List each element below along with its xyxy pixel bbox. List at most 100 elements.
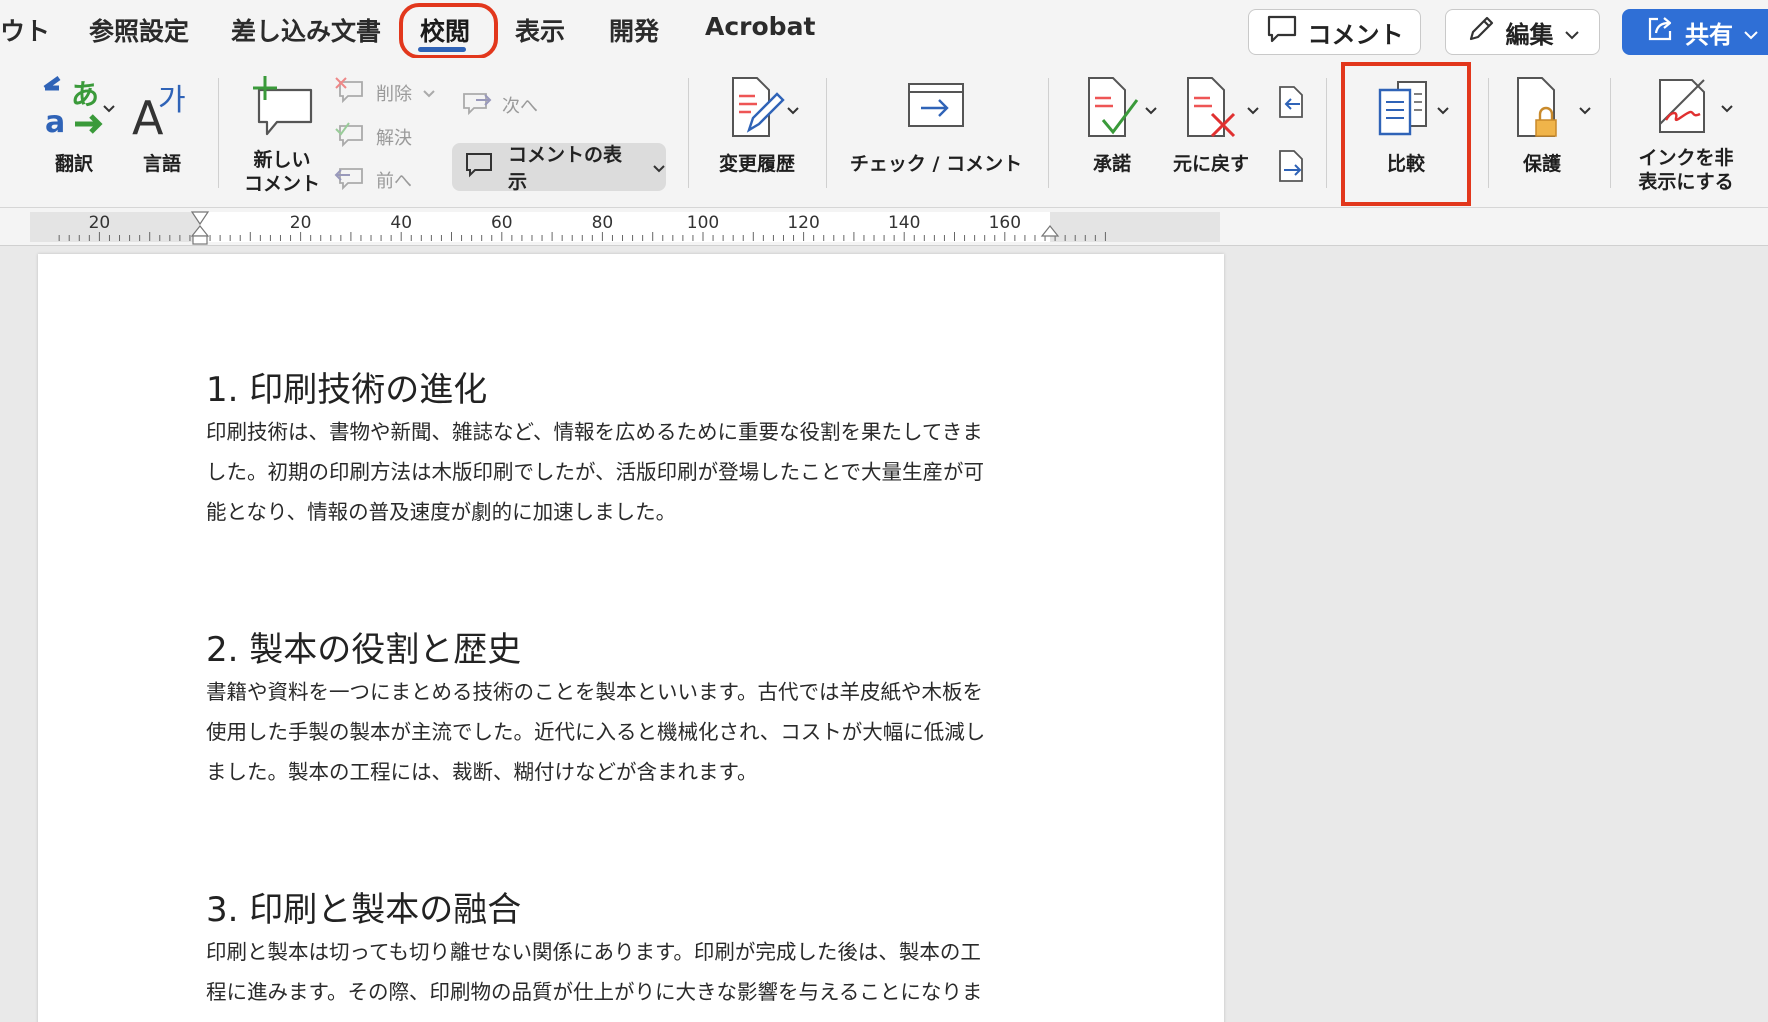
ribbon-tab-bar: ウト 参照設定 差し込み文書 校閲 表示 開発 Acrobat コメント 編集 … [0, 0, 1768, 59]
chevron-down-icon [422, 82, 436, 103]
next-comment-button[interactable]: 次へ [460, 88, 538, 121]
paragraph-line: 印刷技術は、書物や新聞、雑誌など、情報を広めるために重要な役割を果たしてきま [206, 420, 983, 444]
ribbon-separator [218, 78, 219, 188]
section-paragraph: 書籍や資料を一つにまとめる技術のことを製本といいます。古代では羊皮紙や木板を 使… [206, 672, 1056, 792]
comment-button[interactable]: コメント [1248, 9, 1421, 55]
ruler-label: 40 [390, 213, 412, 233]
ruler-scale[interactable]: 20 20 40 60 80 100 120 140 160 [30, 208, 1220, 245]
protect-label: 保護 [1522, 153, 1561, 175]
pencil-icon [1466, 14, 1496, 50]
chevron-down-icon [786, 100, 800, 119]
show-comments-dropdown[interactable]: コメントの表示 [452, 143, 666, 193]
chevron-down-icon [102, 98, 116, 117]
track-changes-button[interactable]: 変更履歴 [712, 74, 802, 176]
chevron-down-icon [1743, 18, 1759, 46]
svg-text:a: a [45, 105, 65, 140]
resolve-comment-button[interactable]: 解決 [334, 120, 412, 153]
ribbon-separator [688, 78, 689, 188]
check-comment-icon [905, 74, 967, 140]
new-comment-label-line1: 新しい [253, 149, 311, 171]
ink-signature-icon [1654, 74, 1718, 142]
paragraph-line: 程に進みます。その際、印刷物の品質が仕上がりに大きな影響を与えることになりま [206, 980, 983, 1004]
resolve-label: 解決 [376, 127, 412, 149]
previous-label: 前へ [376, 170, 412, 192]
language-button[interactable]: A 가 言語 [130, 74, 194, 176]
check-comment-button[interactable]: チェック / コメント [848, 74, 1024, 176]
paragraph-line: 印刷と製本は切っても切り離せない関係にあります。印刷が完成した後は、製本の工 [206, 940, 981, 964]
edit-mode-button[interactable]: 編集 [1445, 9, 1600, 55]
language-label: 言語 [142, 153, 181, 175]
svg-text:あ: あ [71, 78, 99, 111]
section-paragraph: 印刷と製本は切っても切り離せない関係にあります。印刷が完成した後は、製本の工 程… [206, 932, 1056, 1012]
chevron-down-icon [1246, 100, 1260, 119]
highlight-oval-review-tab [399, 3, 498, 59]
tab-layout[interactable]: ウト [0, 12, 50, 48]
paragraph-line: ました。製本の工程には、裁断、糊付けなどが含まれます。 [206, 760, 758, 784]
ribbon-separator [1326, 78, 1327, 188]
document-page[interactable]: 1. 印刷技術の進化 印刷技術は、書物や新聞、雑誌など、情報を広めるために重要な… [38, 254, 1224, 1022]
ruler-label: 20 [89, 213, 111, 233]
chevron-down-icon [1578, 100, 1592, 119]
protect-button[interactable]: 保護 [1500, 74, 1591, 176]
show-comments-label: コメントの表示 [508, 144, 623, 193]
ruler-label: 60 [491, 213, 513, 233]
ruler-label: 120 [787, 213, 819, 233]
comment-button-label: コメント [1307, 20, 1404, 49]
accept-button[interactable]: 承諾 [1070, 74, 1157, 176]
next-comment-icon [460, 88, 492, 121]
tab-references[interactable]: 参照設定 [89, 12, 189, 48]
section-heading: 2. 製本の役割と歴史 [206, 630, 522, 670]
section-heading: 1. 印刷技術の進化 [206, 370, 488, 410]
hide-ink-label-line2: 表示にする [1638, 171, 1734, 193]
new-comment-label-line2: コメント [243, 173, 320, 195]
next-change-icon[interactable] [1274, 148, 1308, 188]
hide-ink-button[interactable]: インクを非 表示にする [1626, 74, 1746, 194]
new-comment-icon [249, 72, 315, 146]
share-button[interactable]: 共有 [1622, 9, 1768, 55]
previous-change-icon[interactable] [1274, 84, 1308, 124]
ruler-label: 20 [290, 213, 312, 233]
delete-comment-icon [334, 76, 366, 109]
edit-button-label: 編集 [1505, 20, 1554, 49]
highlight-box-compare [1341, 62, 1471, 206]
left-indent-marker [192, 235, 208, 245]
accept-label: 承諾 [1092, 153, 1131, 175]
reject-button[interactable]: 元に戻す [1168, 74, 1259, 176]
previous-comment-icon [334, 163, 366, 196]
next-label: 次へ [502, 95, 538, 117]
horizontal-ruler: 20 20 40 60 80 100 120 140 160 [0, 208, 1768, 246]
ribbon-separator [1488, 78, 1489, 188]
track-changes-label: 変更履歴 [718, 153, 795, 175]
ruler-label: 140 [888, 213, 920, 233]
tab-mailings[interactable]: 差し込み文書 [231, 12, 381, 48]
paragraph-line: 使用した手製の製本が主流でした。近代に入ると機械化され、コストが大幅に低減し [206, 720, 986, 744]
tab-developer[interactable]: 開発 [609, 12, 659, 48]
chevron-down-icon [652, 156, 666, 178]
ruler-label: 160 [989, 213, 1021, 233]
ribbon-separator [1048, 78, 1049, 188]
translate-button[interactable]: a あ 翻訳 [26, 74, 122, 176]
chevron-down-icon [1720, 98, 1734, 117]
tab-view[interactable]: 表示 [515, 12, 565, 48]
track-changes-icon [727, 74, 787, 146]
share-icon [1645, 14, 1675, 50]
ruler-label: 80 [592, 213, 614, 233]
chevron-down-icon [1564, 18, 1580, 46]
hide-ink-label-line1: インクを非 [1638, 147, 1734, 169]
language-icon: A 가 [130, 74, 194, 145]
reject-icon [1182, 74, 1240, 146]
comment-bubble-icon [464, 151, 494, 184]
paragraph-line: 書籍や資料を一つにまとめる技術のことを製本といいます。古代では羊皮紙や木板を [206, 680, 983, 704]
paragraph-line: 能となり、情報の普及速度が劇的に加速しました。 [206, 500, 677, 524]
translate-label: 翻訳 [54, 153, 93, 175]
paragraph-line: した。初期の印刷方法は木版印刷でしたが、活版印刷が登場したことで大量生産が可 [206, 460, 984, 484]
ribbon-separator [1610, 78, 1611, 188]
ruler-label: 100 [687, 213, 719, 233]
tab-acrobat[interactable]: Acrobat [705, 12, 815, 41]
new-comment-button[interactable]: 新しい コメント [236, 72, 328, 196]
delete-label: 削除 [376, 83, 412, 105]
delete-comment-button[interactable]: 削除 [334, 76, 436, 109]
ribbon-separator [826, 78, 827, 188]
share-button-label: 共有 [1685, 20, 1733, 49]
previous-comment-button[interactable]: 前へ [334, 163, 412, 196]
